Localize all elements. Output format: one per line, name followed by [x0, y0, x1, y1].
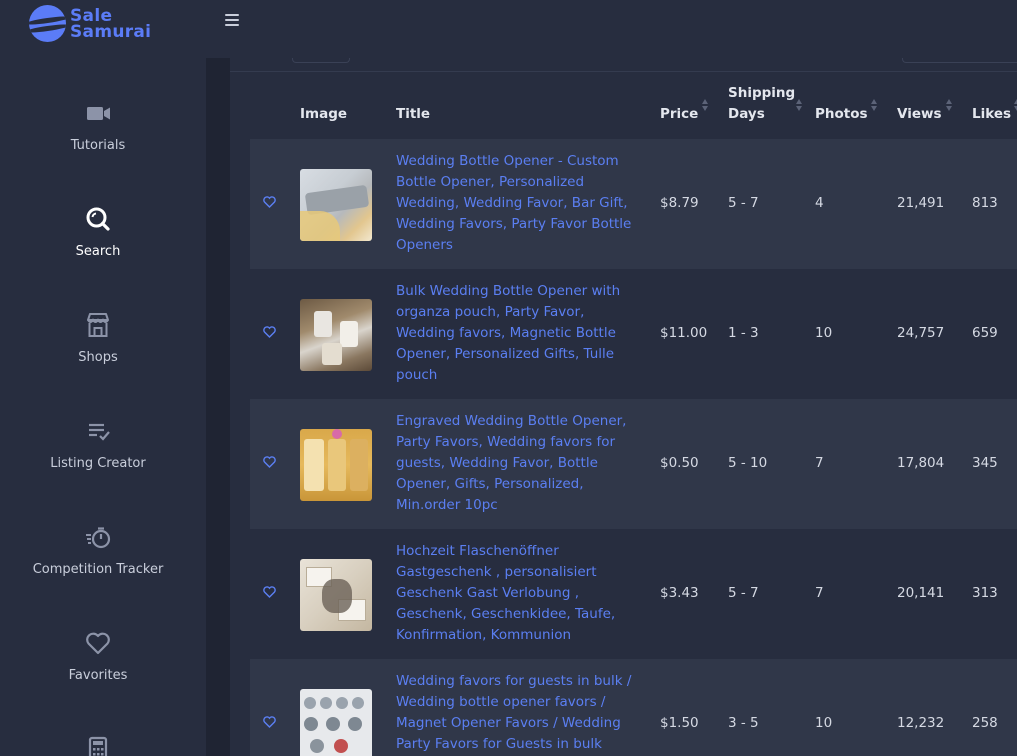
- photos-cell: 7: [815, 585, 824, 601]
- views-cell: 17,804: [897, 455, 945, 471]
- price-cell: $0.50: [660, 455, 699, 471]
- logo-text: Sale Samurai: [70, 7, 152, 42]
- column-header-title: Title: [396, 106, 431, 122]
- product-title-link[interactable]: Engraved Wedding Bottle Opener, Party Fa…: [396, 411, 641, 516]
- views-cell: 24,757: [897, 325, 945, 341]
- price-cell: $1.50: [660, 715, 699, 731]
- sidebar-scrollbar[interactable]: [206, 58, 230, 756]
- table-row: Hochzeit Flaschenöffner Gastgeschenk , p…: [250, 529, 1017, 659]
- favorite-heart-icon[interactable]: [263, 326, 276, 338]
- sidebar-item-search[interactable]: Search: [0, 204, 196, 259]
- sidebar-item-label: Search: [75, 244, 121, 259]
- column-header-likes[interactable]: Likes: [972, 104, 1011, 125]
- price-cell: $11.00: [660, 325, 708, 341]
- calculator-icon: [88, 736, 108, 756]
- favorite-heart-icon[interactable]: [263, 456, 276, 468]
- sidebar-item-listing-creator[interactable]: Listing Creator: [0, 416, 196, 471]
- column-header-image: Image: [300, 106, 348, 122]
- top-bar: Sale Samurai: [0, 0, 1017, 58]
- likes-cell: 345: [972, 455, 998, 471]
- likes-cell: 258: [972, 715, 998, 731]
- table-row: Engraved Wedding Bottle Opener, Party Fa…: [250, 399, 1017, 529]
- sort-arrows-icon[interactable]: [871, 99, 878, 112]
- price-cell: $8.79: [660, 195, 699, 211]
- favorite-heart-icon[interactable]: [263, 586, 276, 598]
- table-row: Wedding Bottle Opener - Custom Bottle Op…: [250, 139, 1017, 269]
- menu-toggle-icon[interactable]: [225, 14, 239, 28]
- shipping-cell: 5 - 7: [728, 195, 759, 211]
- shipping-cell: 5 - 7: [728, 585, 759, 601]
- sidebar-item-label: Competition Tracker: [32, 562, 164, 577]
- column-header-price[interactable]: Price: [660, 104, 698, 125]
- table-row: Wedding favors for guests in bulk / Wedd…: [250, 659, 1017, 756]
- sidebar-item-label: Shops: [78, 350, 118, 365]
- product-thumbnail[interactable]: [300, 559, 372, 631]
- photos-cell: 7: [815, 455, 824, 471]
- pagination-fragment: [292, 58, 350, 63]
- photos-cell: 10: [815, 715, 833, 731]
- sidebar: Tutorials Search Shops Listing Creator C…: [0, 58, 196, 756]
- product-title-link[interactable]: Bulk Wedding Bottle Opener with organza …: [396, 281, 641, 386]
- search-icon: [86, 207, 110, 231]
- sidebar-item-label: Favorites: [68, 668, 128, 683]
- sidebar-item-favorites[interactable]: Favorites: [0, 628, 196, 683]
- product-thumbnail[interactable]: [300, 299, 372, 371]
- likes-cell: 659: [972, 325, 998, 341]
- list-check-icon: [89, 423, 110, 441]
- sort-arrows-icon[interactable]: [946, 99, 953, 112]
- video-camera-icon: [87, 107, 110, 120]
- heart-icon: [86, 632, 110, 655]
- photos-cell: 10: [815, 325, 833, 341]
- shipping-cell: 1 - 3: [728, 325, 759, 341]
- logo-line-2: Samurai: [70, 21, 152, 42]
- column-header-shipping-line-1[interactable]: Shipping: [728, 83, 795, 104]
- divider: [230, 71, 1017, 72]
- sort-arrows-icon[interactable]: [796, 99, 803, 112]
- logo-mark-icon: [29, 5, 66, 42]
- toolbar-fragment: [902, 58, 1017, 63]
- price-cell: $3.43: [660, 585, 699, 601]
- shipping-cell: 3 - 5: [728, 715, 759, 731]
- sidebar-item-shops[interactable]: Shops: [0, 310, 196, 365]
- product-title-link[interactable]: Wedding Bottle Opener - Custom Bottle Op…: [396, 151, 641, 256]
- column-header-shipping-line-2[interactable]: Days: [728, 104, 765, 125]
- sidebar-item-competition-tracker[interactable]: Competition Tracker: [0, 522, 196, 577]
- likes-cell: 813: [972, 195, 998, 211]
- sidebar-item-label: Listing Creator: [50, 456, 146, 471]
- favorite-heart-icon[interactable]: [263, 196, 276, 208]
- product-thumbnail[interactable]: [300, 429, 372, 501]
- views-cell: 20,141: [897, 585, 945, 601]
- photos-cell: 4: [815, 195, 824, 211]
- views-cell: 12,232: [897, 715, 945, 731]
- product-thumbnail[interactable]: [300, 169, 372, 241]
- likes-cell: 313: [972, 585, 998, 601]
- store-icon: [87, 313, 109, 337]
- product-title-link[interactable]: Wedding favors for guests in bulk / Wedd…: [396, 671, 641, 755]
- results-table: Image Title Price Shipping Days Photos V…: [230, 58, 1017, 756]
- shipping-cell: 5 - 10: [728, 455, 768, 471]
- product-thumbnail[interactable]: [300, 689, 372, 756]
- product-title-link[interactable]: Hochzeit Flaschenöffner Gastgeschenk , p…: [396, 541, 641, 646]
- sidebar-item-label: Tutorials: [70, 138, 126, 153]
- stopwatch-icon: [86, 527, 111, 549]
- table-row: Bulk Wedding Bottle Opener with organza …: [250, 269, 1017, 399]
- column-header-photos[interactable]: Photos: [815, 104, 868, 125]
- favorite-heart-icon[interactable]: [263, 716, 276, 728]
- sort-arrows-icon[interactable]: [702, 99, 709, 112]
- sidebar-item-calculator[interactable]: [0, 734, 196, 756]
- sidebar-item-tutorials[interactable]: Tutorials: [0, 98, 196, 153]
- column-header-views[interactable]: Views: [897, 104, 942, 125]
- views-cell: 21,491: [897, 195, 945, 211]
- logo[interactable]: Sale Samurai: [29, 5, 151, 42]
